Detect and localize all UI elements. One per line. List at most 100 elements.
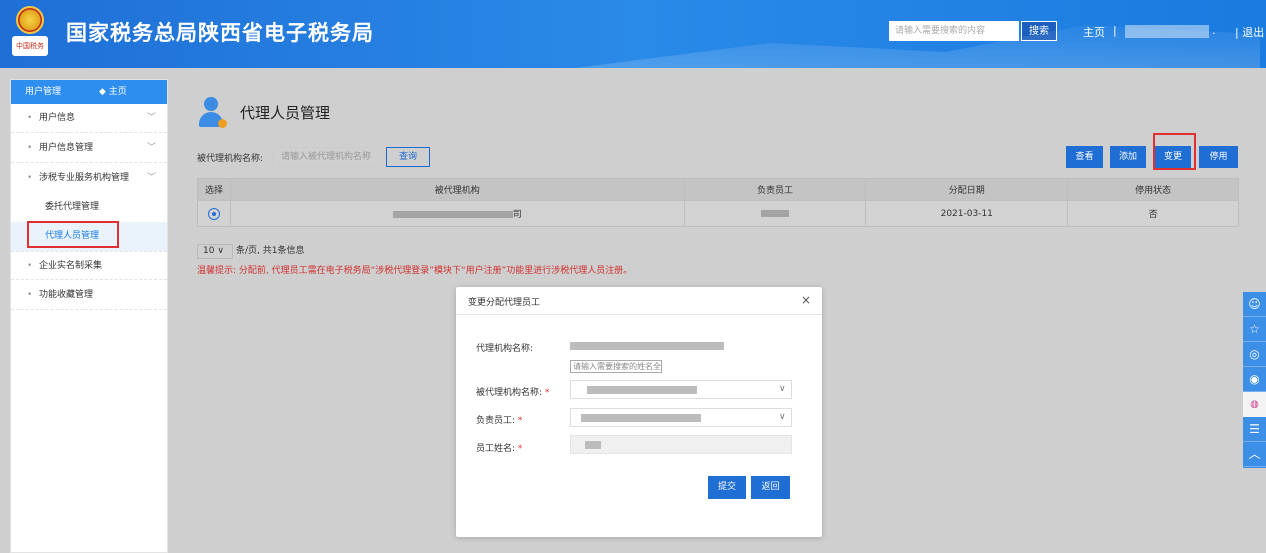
view-button[interactable]: 查看	[1066, 146, 1103, 168]
redacted-text	[392, 211, 513, 218]
required-mark: *	[517, 416, 523, 426]
required-mark: *	[544, 388, 550, 398]
sidebar-item-label: 功能收藏管理	[39, 290, 94, 300]
sidebar-item-favorites[interactable]: • 功能收藏管理	[11, 281, 167, 310]
column-header: 停用状态	[1067, 178, 1239, 201]
table-row[interactable]: 司 2021-03-11 否	[197, 200, 1239, 227]
query-button[interactable]: 查询	[386, 147, 430, 167]
chevron-down-icon: ∨	[779, 384, 786, 394]
employee-cell	[683, 200, 867, 227]
chevron-down-icon: ∨	[779, 412, 786, 422]
agency-name-label: 代理机构名称:	[476, 344, 534, 354]
modal-header: 变更分配代理员工 ×	[456, 287, 822, 315]
sidebar-subitem-entrust-agency[interactable]: 委托代理管理	[11, 193, 167, 222]
chevron-down-icon: ﹀	[147, 113, 157, 123]
sidebar-home-link[interactable]: ◆ 主页	[99, 80, 127, 104]
sidebar: 用户管理 ◆ 主页 • 用户信息 ﹀ • 用户信息管理 ﹀ • 涉税专业服务机构…	[10, 79, 168, 553]
sidebar-subitem-label: 委托代理管理	[45, 202, 100, 212]
page-title: 代理人员管理	[240, 104, 331, 122]
highlight-box	[1153, 133, 1196, 170]
pager-text: 条/页, 共1条信息	[236, 246, 305, 256]
org-suffix: 司	[512, 210, 522, 220]
user-icon[interactable]: ☺	[1243, 292, 1266, 317]
submit-button[interactable]: 提交	[708, 476, 746, 499]
column-header: 选择	[197, 178, 231, 201]
page-size-select[interactable]: 10 ∨	[197, 244, 233, 259]
bullet-icon: •	[27, 261, 33, 271]
logout-link[interactable]: | 退出	[1235, 24, 1264, 40]
employee-name-field	[570, 435, 792, 454]
pagination: 10 ∨ 条/页, 共1条信息	[197, 243, 304, 259]
warm-tip: 温馨提示: 分配前, 代理员工需在电子税务局“涉税代理登录”模块下“用户注册”功…	[197, 266, 633, 276]
close-icon[interactable]: ×	[801, 293, 811, 307]
chat-icon[interactable]: ◎	[1243, 342, 1266, 367]
add-button[interactable]: 添加	[1110, 146, 1146, 168]
bullet-icon: •	[27, 290, 33, 300]
sidebar-item-user-info-management[interactable]: • 用户信息管理 ﹀	[11, 134, 167, 163]
site-title: 国家税务总局陕西省电子税务局	[66, 21, 374, 45]
disable-button[interactable]: 停用	[1199, 146, 1238, 168]
nav-home-link[interactable]: 主页	[1083, 24, 1105, 40]
modal-title: 变更分配代理员工	[468, 298, 541, 308]
column-header: 被代理机构	[229, 178, 685, 201]
emblem-circle	[16, 6, 44, 34]
sidebar-item-label: 企业实名制采集	[39, 261, 103, 271]
chevron-down-icon: ∨	[217, 246, 224, 256]
table-header-row: 选择 被代理机构 负责员工 分配日期 停用状态	[197, 178, 1239, 201]
required-mark: *	[517, 444, 523, 454]
status-cell: 否	[1067, 200, 1239, 227]
filter-label: 被代理机构名称:	[197, 154, 264, 164]
employee-name-label: 员工姓名: *	[476, 444, 523, 454]
change-agent-modal: 变更分配代理员工 × 代理机构名称: 请输入需要搜索的姓名全 被代理机构名称: …	[456, 287, 822, 537]
tax-emblem-logo: 中国税务	[12, 6, 48, 58]
bullet-icon: •	[27, 113, 33, 123]
header-search-input[interactable]: 请输入需要搜索的内容	[889, 21, 1019, 41]
redacted-text	[581, 414, 701, 422]
nav-dot: .	[1212, 24, 1216, 37]
headset-icon[interactable]: ◍	[1243, 392, 1266, 417]
back-button[interactable]: 返回	[751, 476, 790, 499]
sidebar-item-user-info[interactable]: • 用户信息 ﹀	[11, 104, 167, 133]
notes-icon[interactable]: ☰	[1243, 417, 1266, 442]
sidebar-item-realname-collection[interactable]: • 企业实名制采集	[11, 251, 167, 280]
redacted-text	[585, 441, 601, 449]
redacted-text	[760, 209, 789, 217]
date-cell: 2021-03-11	[865, 200, 1069, 227]
emblem-ribbon: 中国税务	[12, 36, 48, 56]
sidebar-item-tax-agency-management[interactable]: • 涉税专业服务机构管理 ﹀	[11, 164, 167, 193]
org-name-filter-input[interactable]: 请输入被代理机构名称	[272, 147, 382, 167]
row-select-radio[interactable]	[197, 200, 231, 227]
header-search-button[interactable]: 搜索	[1021, 21, 1057, 41]
top-header: 中国税务 国家税务总局陕西省电子税务局 请输入需要搜索的内容 搜索 主页 | .…	[0, 0, 1266, 68]
employee-label: 负责员工: *	[476, 416, 523, 426]
org-name-select[interactable]: ∨	[570, 380, 792, 399]
page-size-value: 10	[203, 246, 215, 256]
column-header: 分配日期	[865, 178, 1069, 201]
agent-table: 选择 被代理机构 负责员工 分配日期 停用状态 司 2021-03-11 否	[197, 178, 1239, 227]
column-header: 负责员工	[683, 178, 867, 201]
username-redacted	[1125, 25, 1209, 38]
star-icon[interactable]: ☆	[1243, 317, 1266, 342]
right-toolbar: ☺ ☆ ◎ ◉ ◍ ☰ ︿	[1243, 292, 1266, 468]
bullet-icon: •	[27, 173, 33, 183]
sidebar-item-label: 用户信息管理	[39, 143, 94, 153]
arrow-up-icon[interactable]: ︿	[1243, 442, 1266, 467]
redacted-text	[587, 386, 697, 394]
employee-select[interactable]: ∨	[570, 408, 792, 427]
nav-separator: |	[1113, 24, 1117, 37]
sidebar-header: 用户管理 ◆ 主页	[11, 80, 167, 104]
sidebar-item-label: 涉税专业服务机构管理	[39, 173, 130, 183]
chevron-down-icon: ﹀	[147, 143, 157, 153]
bullet-icon: •	[27, 143, 33, 153]
org-name-label: 被代理机构名称: *	[476, 388, 550, 398]
highlight-box	[27, 221, 119, 248]
sidebar-title: 用户管理	[25, 87, 62, 97]
user-management-icon	[196, 97, 228, 133]
weibo-icon[interactable]: ◉	[1243, 367, 1266, 392]
org-cell: 司	[229, 200, 685, 227]
employee-search-input[interactable]: 请输入需要搜索的姓名全	[570, 360, 662, 373]
sidebar-item-label: 用户信息	[39, 113, 76, 123]
chevron-down-icon: ﹀	[147, 173, 157, 183]
radio-selected-icon[interactable]	[207, 207, 220, 220]
agency-name-value-redacted	[570, 342, 724, 350]
